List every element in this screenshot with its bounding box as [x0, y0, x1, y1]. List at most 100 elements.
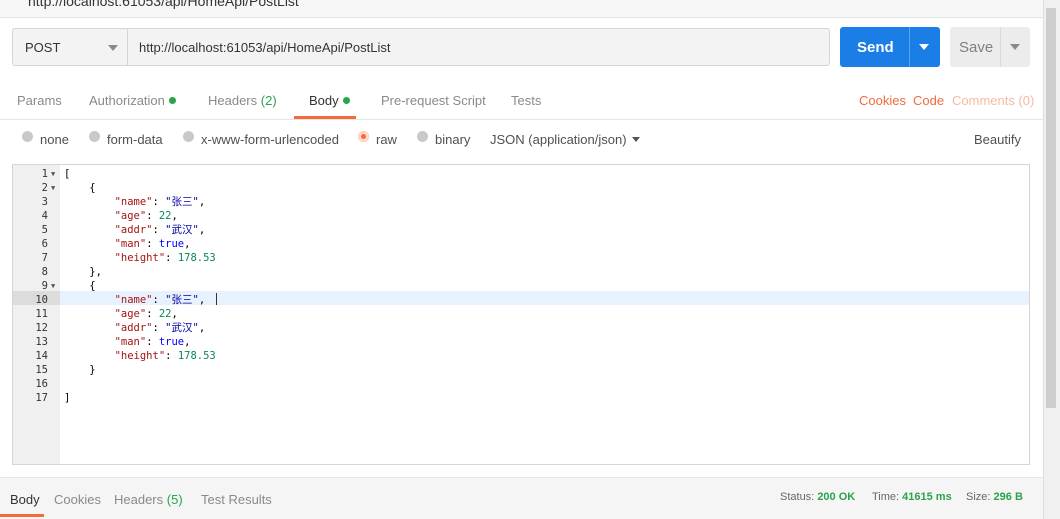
line-number: 1: [41, 168, 48, 180]
line-number: 15: [35, 364, 48, 376]
cookies-link[interactable]: Cookies: [859, 93, 906, 108]
content-type-select[interactable]: JSON (application/json): [490, 132, 627, 147]
method-label: POST: [25, 40, 61, 55]
status-value: 200 OK: [817, 491, 856, 503]
code-line[interactable]: "addr": "武汉",: [64, 321, 206, 335]
size-label: Size:: [966, 491, 991, 503]
tab-pre-request-script[interactable]: Pre-request Script: [381, 93, 486, 108]
code-line[interactable]: },: [64, 265, 102, 279]
send-divider: [909, 27, 910, 67]
code-line[interactable]: [: [64, 167, 70, 181]
radio-form-data[interactable]: [89, 131, 100, 142]
tab-body[interactable]: Body: [309, 93, 350, 108]
send-options-chevron-icon[interactable]: [919, 44, 929, 50]
status-readout: Status: 200 OK: [780, 491, 855, 503]
code-line[interactable]: "name": "张三",: [64, 195, 206, 209]
json-value: "武汉": [165, 322, 199, 334]
radio-form-data-label[interactable]: form-data: [107, 132, 163, 147]
line-number: 13: [35, 336, 48, 348]
code-line[interactable]: "man": true,: [64, 335, 191, 349]
request-title: http://localhost:61053/api/HomeApi/PostL…: [28, 0, 299, 9]
response-tab-headers-label: Headers: [114, 492, 164, 507]
code-line[interactable]: {: [64, 181, 95, 195]
time-readout: Time: 41615 ms: [872, 491, 952, 503]
tab-headers-label: Headers: [208, 93, 258, 108]
line-number: 8: [41, 266, 48, 278]
fold-toggle-icon[interactable]: ▼: [51, 167, 55, 181]
fold-toggle-icon[interactable]: ▼: [51, 279, 55, 293]
code-line[interactable]: "height": 178.53: [64, 251, 216, 265]
line-number: 10: [35, 294, 48, 306]
chevron-down-icon: [108, 45, 118, 51]
status-dot-icon: [168, 97, 176, 104]
json-key: "name": [114, 196, 153, 208]
json-value: "张三": [165, 196, 199, 208]
code-line[interactable]: "age": 22,: [64, 307, 178, 321]
response-tab-cookies[interactable]: Cookies: [54, 492, 101, 507]
line-number: 3: [41, 196, 48, 208]
json-value: 178.53: [177, 350, 216, 362]
radio-urlencoded-label[interactable]: x-www-form-urlencoded: [201, 132, 339, 147]
save-options-chevron-icon[interactable]: [1010, 44, 1020, 50]
json-key: "name": [114, 294, 153, 306]
tab-tests[interactable]: Tests: [511, 93, 541, 108]
line-number: 2: [41, 182, 48, 194]
radio-binary[interactable]: [417, 131, 428, 142]
json-value: 22: [158, 210, 172, 222]
radio-raw-label[interactable]: raw: [376, 132, 397, 147]
radio-raw[interactable]: [358, 131, 369, 142]
response-tab-test-results[interactable]: Test Results: [201, 492, 272, 507]
code-line[interactable]: }: [64, 363, 95, 377]
radio-binary-label[interactable]: binary: [435, 132, 470, 147]
response-tab-body[interactable]: Body: [10, 492, 40, 507]
save-button[interactable]: Save: [950, 27, 1030, 67]
code-line[interactable]: ]: [64, 391, 70, 405]
line-number: 16: [35, 378, 48, 390]
beautify-link[interactable]: Beautify: [974, 132, 1021, 147]
body-editor[interactable]: 1 ▼[2 ▼ {3 "name": "张三", 4 "age": 22, 5 "add…: [12, 164, 1030, 465]
tabs-divider: [0, 119, 1043, 120]
chevron-down-icon[interactable]: [632, 137, 640, 142]
line-number: 12: [35, 322, 48, 334]
code-line[interactable]: "height": 178.53: [64, 349, 216, 363]
code-line[interactable]: "man": true,: [64, 237, 191, 251]
json-value: true: [158, 238, 185, 250]
comments-link[interactable]: Comments (0): [952, 93, 1034, 108]
response-active-tab-indicator: [0, 514, 44, 517]
tab-headers[interactable]: Headers (2): [208, 93, 277, 108]
tab-authorization[interactable]: Authorization: [89, 93, 176, 108]
url-bar[interactable]: [128, 28, 830, 66]
code-line[interactable]: "addr": "武汉",: [64, 223, 206, 237]
json-key: "man": [114, 238, 147, 250]
code-line[interactable]: "name": "张三",: [64, 293, 206, 307]
tab-params[interactable]: Params: [17, 93, 62, 108]
code-line[interactable]: "age": 22,: [64, 209, 178, 223]
time-label: Time:: [872, 491, 900, 503]
scrollbar-thumb[interactable]: [1046, 8, 1056, 408]
url-input[interactable]: [139, 40, 799, 55]
line-number: 17: [35, 392, 48, 404]
response-tab-headers[interactable]: Headers (5): [114, 492, 183, 507]
fold-toggle-icon[interactable]: ▼: [51, 181, 55, 195]
line-number: 7: [41, 252, 48, 264]
code-link[interactable]: Code: [913, 93, 944, 108]
json-value: "张三": [165, 294, 199, 306]
radio-none-label[interactable]: none: [40, 132, 69, 147]
line-number: 5: [41, 224, 48, 236]
radio-none[interactable]: [22, 131, 33, 142]
json-key: "age": [114, 308, 147, 320]
size-readout: Size: 296 B: [966, 491, 1023, 503]
headers-count: (2): [260, 93, 277, 108]
code-line[interactable]: {: [64, 279, 95, 293]
json-key: "height": [114, 350, 166, 362]
tab-body-label: Body: [309, 93, 339, 108]
json-key: "man": [114, 336, 147, 348]
line-number: 11: [35, 308, 48, 320]
send-button[interactable]: Send: [840, 27, 940, 67]
method-select[interactable]: POST: [12, 28, 128, 66]
line-number: 9: [41, 280, 48, 292]
size-value: 296 B: [993, 491, 1023, 503]
radio-urlencoded[interactable]: [183, 131, 194, 142]
json-key: "age": [114, 210, 147, 222]
json-value: true: [158, 336, 185, 348]
